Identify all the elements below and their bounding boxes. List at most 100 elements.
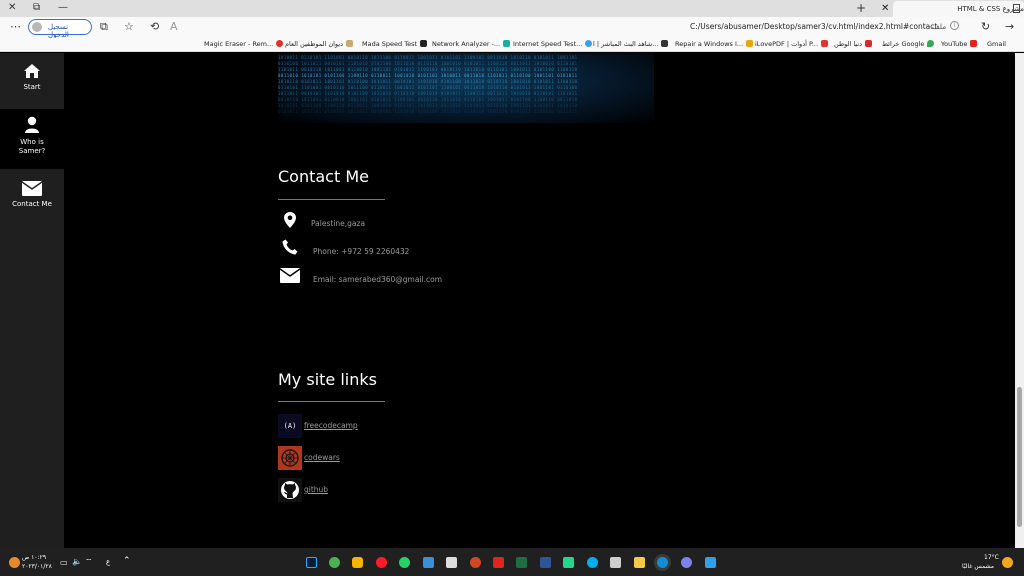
sidebar-item-label: Start (23, 83, 41, 91)
clock-date[interactable]: ٢٠٢٣/٠١/٢٨ (22, 563, 52, 570)
bookmark-mada-speed-test[interactable]: Mada Speed Test (362, 40, 428, 48)
chevron-up-icon[interactable]: ⌃ (123, 556, 131, 566)
browser-tab-bar: ✕ ⧉ — + ✕ مشروع HTML & CSS (0, 0, 1024, 17)
edge-icon[interactable] (657, 557, 668, 568)
contact-location: Palestine,gaza (311, 219, 366, 228)
github-link[interactable]: github (304, 485, 328, 494)
contact-phone: Phone: +972 59 2260432 (313, 247, 410, 256)
envelope-icon (280, 268, 300, 283)
news-icon (864, 40, 872, 47)
home-icon (24, 64, 40, 78)
tv-icon (661, 40, 669, 47)
links-heading-divider (278, 401, 385, 402)
freecodecamp-link[interactable]: freecodecamp (304, 421, 358, 430)
refresh-icon[interactable]: ↻ (981, 20, 990, 33)
sidebar-item-who-is-samer[interactable]: Who is Samer? (0, 109, 64, 169)
restore-window-icon[interactable]: ⧉ (33, 2, 40, 13)
word-icon[interactable] (540, 557, 551, 568)
wifi-icon[interactable]: ⌔ (85, 557, 93, 567)
sidebar-item-start[interactable]: Start (0, 59, 64, 109)
sidebar-item-label: Contact Me (12, 200, 52, 208)
scrollbar-thumb[interactable] (1017, 387, 1022, 527)
read-aloud-icon[interactable]: A (170, 20, 178, 33)
pycharm-icon[interactable] (563, 557, 574, 568)
windows-icon (746, 40, 754, 47)
excel-icon[interactable] (516, 557, 527, 568)
bookmark-diwan[interactable]: ديوان الموظفين العام (285, 40, 353, 48)
favorites-icon[interactable]: ☆ (124, 20, 134, 33)
volume-icon[interactable]: 🔈 (72, 557, 82, 566)
signin-button[interactable]: تسجيل الدخول (28, 19, 92, 39)
bookmark-live-stream[interactable]: شاهد البث المباشر | ا... (593, 40, 669, 48)
address-bar-row: ⋯ تسجيل الدخول ⧉ ☆ ⟲ A C:/Users/abusamer… (0, 17, 1024, 39)
collections-icon[interactable]: ⧉ (100, 20, 108, 34)
page-scrollbar[interactable] (1015, 53, 1024, 548)
bookmark-network-analyzer[interactable]: Network Analyzer -... (432, 40, 511, 48)
file-explorer-icon[interactable] (634, 557, 645, 568)
user-icon (25, 116, 39, 133)
signin-label: تسجيل الدخول (48, 23, 69, 39)
input-language[interactable]: ع (106, 558, 110, 566)
clock-time[interactable]: ١٠:٢٩ ص (22, 554, 46, 561)
whatsapp-icon[interactable] (399, 557, 410, 568)
freecodecamp-logo-icon: (A) (278, 414, 302, 438)
acrobat-icon[interactable] (493, 557, 504, 568)
government-icon (345, 40, 353, 47)
url-field[interactable]: C:/Users/abusamer/Desktop/samer3/cv.html… (690, 22, 937, 31)
app-icon[interactable] (352, 557, 363, 568)
chat-icon[interactable] (681, 557, 692, 568)
maps-icon (927, 40, 935, 47)
hero-banner-image: 1010011 0110101 1101001 0010110 1011100 … (278, 53, 654, 123)
page-content: Start Who is Samer? Contact Me 1010011 0… (0, 53, 1024, 548)
contact-heading: Contact Me (278, 167, 369, 186)
taskbar: ١٠:٢٩ ص ٢٠٢٣/٠١/٢٨ ▭ 🔈 ⌔ ع ⌃ 17°C مشمس غ… (0, 548, 1024, 576)
bookmark-internet-speed-test[interactable]: Internet Speed Test... (513, 40, 593, 48)
github-logo-icon (278, 478, 302, 502)
chrome-icon[interactable] (329, 557, 340, 568)
bookmark-donya-alwatan[interactable]: دنيا الوطن (834, 40, 872, 48)
sidebar-item-label: Who is Samer? (18, 138, 46, 155)
contact-email: Email: samerabed360@gmail.com (313, 275, 443, 284)
bookmark-magic-eraser[interactable]: Magic Eraser - Rem... (204, 40, 284, 48)
youtube-icon (970, 40, 978, 47)
calculator-icon[interactable] (610, 557, 621, 568)
extensions-icon[interactable]: ⟲ (150, 20, 159, 33)
weather-temperature[interactable]: 17°C (984, 554, 999, 561)
bookmark-gmail[interactable]: Gmail (987, 40, 1006, 48)
more-options-icon[interactable]: ⋯ (10, 20, 21, 33)
phone-icon (282, 239, 298, 255)
bookmark-repair-windows[interactable]: Repair a Windows I... (675, 40, 754, 48)
page-icon (1013, 4, 1020, 13)
sidebar: Start Who is Samer? Contact Me (0, 53, 64, 548)
photoshop-icon[interactable] (306, 557, 317, 568)
store-icon[interactable] (423, 557, 434, 568)
opera-icon[interactable] (376, 557, 387, 568)
powerpoint-icon[interactable] (470, 557, 481, 568)
bookmark-ilovepdf[interactable]: iLovePDF | أدوات P... (755, 40, 829, 48)
bookmark-google-maps[interactable]: خرائط Google (882, 40, 935, 48)
play-icon (503, 40, 511, 47)
close-tab-icon[interactable]: ✕ (881, 3, 889, 14)
sun-icon (1002, 557, 1013, 568)
minimize-window-icon[interactable]: — (58, 2, 68, 13)
wifi-icon (585, 40, 593, 47)
printer-icon[interactable] (446, 557, 457, 568)
bookmark-youtube[interactable]: YouTube (941, 40, 978, 48)
codewars-link[interactable]: codewars (304, 453, 340, 462)
info-icon[interactable]: i (950, 21, 959, 30)
ilovepdf-icon (821, 40, 829, 47)
close-window-icon[interactable]: ✕ (8, 2, 16, 13)
forward-icon[interactable]: → (1005, 20, 1014, 33)
windows-start-icon[interactable] (705, 557, 716, 568)
avatar-icon (32, 22, 42, 32)
skype-icon[interactable] (587, 557, 598, 568)
sidebar-item-contact-me[interactable]: Contact Me (0, 175, 64, 219)
weather-status-icon[interactable] (9, 557, 20, 568)
codewars-logo-icon (278, 446, 302, 470)
eraser-icon (276, 40, 284, 47)
new-tab-button[interactable]: + (856, 1, 866, 15)
file-label: ملف (932, 22, 947, 31)
browser-tab[interactable]: ✕ مشروع HTML & CSS (881, 1, 1024, 17)
weather-description[interactable]: مشمس غالبًا (962, 563, 994, 570)
battery-icon[interactable]: ▭ (60, 558, 68, 567)
